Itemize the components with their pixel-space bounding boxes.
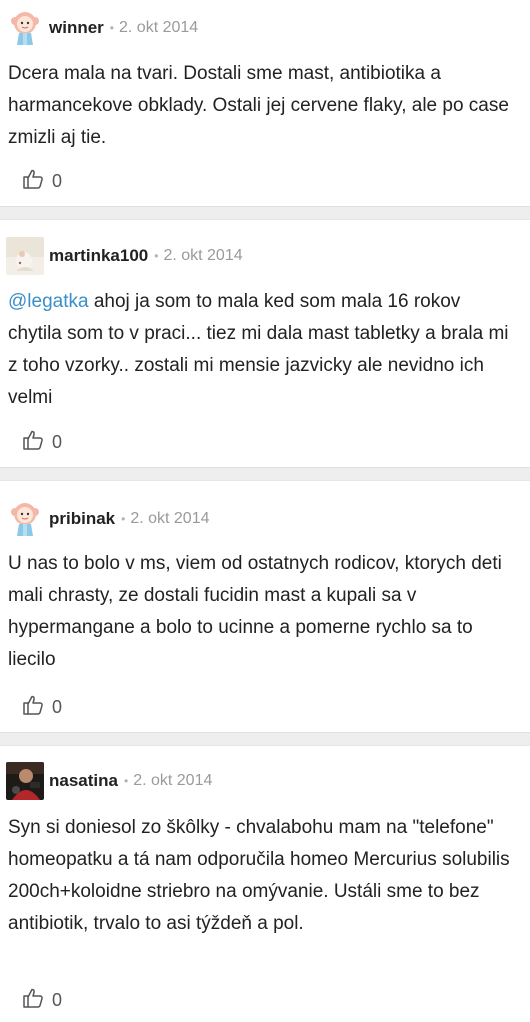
photo-avatar-icon[interactable] <box>6 237 44 275</box>
like-count: 0 <box>52 989 63 1010</box>
username[interactable]: martinka100 <box>49 246 148 266</box>
comment-divider <box>0 732 530 746</box>
comment-header: martinka100 • 2. okt 2014 <box>6 236 243 276</box>
mention-link[interactable]: @legatka <box>8 291 89 312</box>
comment-feed: winner • 2. okt 2014 Dcera mala na tvari… <box>0 0 530 1022</box>
username[interactable]: pribinak <box>49 509 115 529</box>
separator-dot: • <box>154 249 159 263</box>
like-button[interactable]: 0 <box>22 694 62 720</box>
comment-divider <box>0 467 530 481</box>
thumbs-up-icon <box>22 429 44 456</box>
like-button[interactable]: 0 <box>22 429 62 455</box>
thumbs-up-icon <box>22 987 44 1014</box>
girl-avatar-icon[interactable] <box>6 9 44 47</box>
comment-date: 2. okt 2014 <box>130 510 210 527</box>
username[interactable]: nasatina <box>49 771 118 791</box>
separator-dot: • <box>123 774 129 788</box>
comment-header: nasatina • 2. okt 2014 <box>6 761 212 801</box>
like-count: 0 <box>52 170 63 191</box>
thumbs-up-icon <box>22 168 44 195</box>
girl-avatar-icon[interactable] <box>6 500 44 538</box>
comment-date: 2. okt 2014 <box>119 19 199 36</box>
separator-dot: • <box>109 21 114 35</box>
like-button[interactable]: 0 <box>22 168 62 194</box>
like-button[interactable]: 0 <box>22 987 62 1013</box>
photo-avatar-icon[interactable] <box>6 762 44 800</box>
username[interactable]: winner <box>49 18 104 38</box>
comment-date: 2. okt 2014 <box>133 772 213 789</box>
separator-dot: • <box>121 512 126 526</box>
comment-text: Syn si doniesol zo škôlky - chvalabohu m… <box>8 817 510 934</box>
comment-text: U nas to bolo v ms, viem od ostatnych ro… <box>8 553 502 670</box>
like-count: 0 <box>52 431 63 452</box>
comment-divider <box>0 206 530 220</box>
comment-date: 2. okt 2014 <box>163 247 243 264</box>
like-count: 0 <box>52 696 63 717</box>
comment-header: winner • 2. okt 2014 <box>6 8 198 48</box>
comment-text: @legatka ahoj ja som to mala ked som mal… <box>8 286 510 414</box>
thumbs-up-icon <box>22 694 44 721</box>
comment-text: Dcera mala na tvari. Dostali sme mast, a… <box>8 63 509 148</box>
comment-header: pribinak • 2. okt 2014 <box>6 499 210 539</box>
